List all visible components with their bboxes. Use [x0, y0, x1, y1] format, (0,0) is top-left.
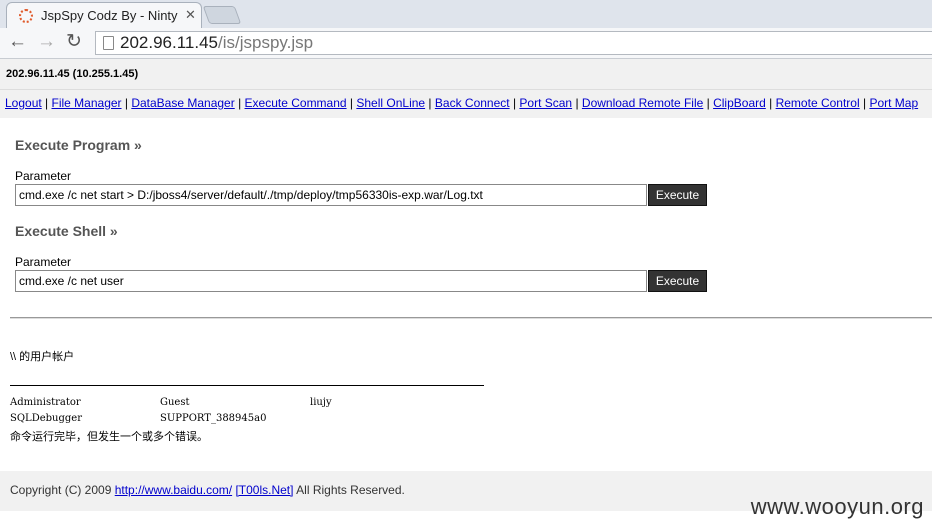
nav-separator: | — [346, 96, 357, 110]
back-arrow-icon[interactable]: ← — [8, 32, 27, 52]
tab-title: JspSpy Codz By - Ninty — [41, 8, 178, 23]
footer-copyright: Copyright (C) 2009 http://www.baidu.com/… — [10, 483, 405, 497]
nav-link-database-manager[interactable]: DataBase Manager — [131, 96, 234, 110]
execute-program-button[interactable]: Execute — [648, 184, 707, 206]
account-name: Guest — [160, 397, 190, 408]
reload-icon[interactable]: ↻ — [66, 32, 82, 52]
account-name: Administrator — [10, 397, 81, 408]
account-name: SUPPORT_388945a0 — [160, 413, 267, 424]
nav-links: Logout | File Manager | DataBase Manager… — [5, 96, 918, 110]
browser-tab[interactable]: JspSpy Codz By - Ninty ✕ — [6, 2, 202, 28]
footer-suffix: All Rights Reserved. — [293, 483, 405, 497]
browser-toolbar: ← → ↻ 202.96.11.45/is/jspspy.jsp — [0, 28, 932, 59]
nav-link-logout[interactable]: Logout — [5, 96, 42, 110]
nav-link-file-manager[interactable]: File Manager — [52, 96, 122, 110]
footer-link-baidu[interactable]: http://www.baidu.com/ — [115, 483, 232, 497]
execute-shell-button[interactable]: Execute — [648, 270, 707, 292]
nav-link-port-scan[interactable]: Port Scan — [519, 96, 572, 110]
browser-tab-bar: JspSpy Codz By - Ninty ✕ — [0, 0, 932, 28]
page-icon — [103, 36, 114, 50]
shell-parameter-label: Parameter — [15, 255, 72, 269]
host-info-bar: 202.96.11.45 (10.255.1.45) — [0, 59, 932, 90]
close-tab-icon[interactable]: ✕ — [185, 7, 196, 23]
nav-separator: | — [859, 96, 870, 110]
nav-link-shell-online[interactable]: Shell OnLine — [356, 96, 425, 110]
nav-separator: | — [509, 96, 520, 110]
nav-link-back-connect[interactable]: Back Connect — [435, 96, 510, 110]
program-parameter-label: Parameter — [15, 169, 72, 183]
forward-arrow-icon[interactable]: → — [37, 32, 56, 52]
nav-link-execute-command[interactable]: Execute Command — [245, 96, 347, 110]
nav-separator: | — [121, 96, 132, 110]
nav-menu: Logout | File Manager | DataBase Manager… — [0, 90, 932, 118]
address-bar[interactable]: 202.96.11.45/is/jspspy.jsp — [95, 31, 932, 55]
nav-link-remote-control[interactable]: Remote Control — [776, 96, 860, 110]
account-name: liujy — [310, 397, 332, 408]
output-title: \\ 的用户帐户 — [10, 351, 75, 363]
nav-link-download-remote-file[interactable]: Download Remote File — [582, 96, 703, 110]
new-tab-button[interactable] — [202, 6, 242, 24]
output-status: 命令运行完毕，但发生一个或多个错误。 — [10, 431, 208, 443]
nav-separator: | — [41, 96, 52, 110]
url-path: /is/jspspy.jsp — [218, 33, 314, 52]
nav-link-clipboard[interactable]: ClipBoard — [713, 96, 766, 110]
output-rule — [10, 385, 484, 386]
watermark: www.wooyun.org — [750, 494, 924, 519]
execute-program-heading: Execute Program » — [15, 137, 142, 153]
nav-separator: | — [765, 96, 776, 110]
host-info: 202.96.11.45 (10.255.1.45) — [6, 68, 139, 80]
footer-link-t00ls[interactable]: [T00ls.Net] — [235, 483, 293, 497]
nav-separator: | — [425, 96, 435, 110]
url-host: 202.96.11.45 — [120, 33, 218, 52]
shell-command-input[interactable] — [15, 270, 647, 292]
section-divider — [10, 317, 932, 319]
account-name: SQLDebugger — [10, 413, 82, 424]
program-command-input[interactable] — [15, 184, 647, 206]
url-text: 202.96.11.45/is/jspspy.jsp — [120, 33, 313, 53]
nav-separator: | — [703, 96, 714, 110]
nav-separator: | — [234, 96, 245, 110]
execute-shell-heading: Execute Shell » — [15, 223, 118, 239]
nav-link-port-map[interactable]: Port Map — [869, 96, 918, 110]
footer-prefix: Copyright (C) 2009 — [10, 483, 115, 497]
nav-separator: | — [572, 96, 582, 110]
loading-favicon-icon — [19, 9, 33, 23]
